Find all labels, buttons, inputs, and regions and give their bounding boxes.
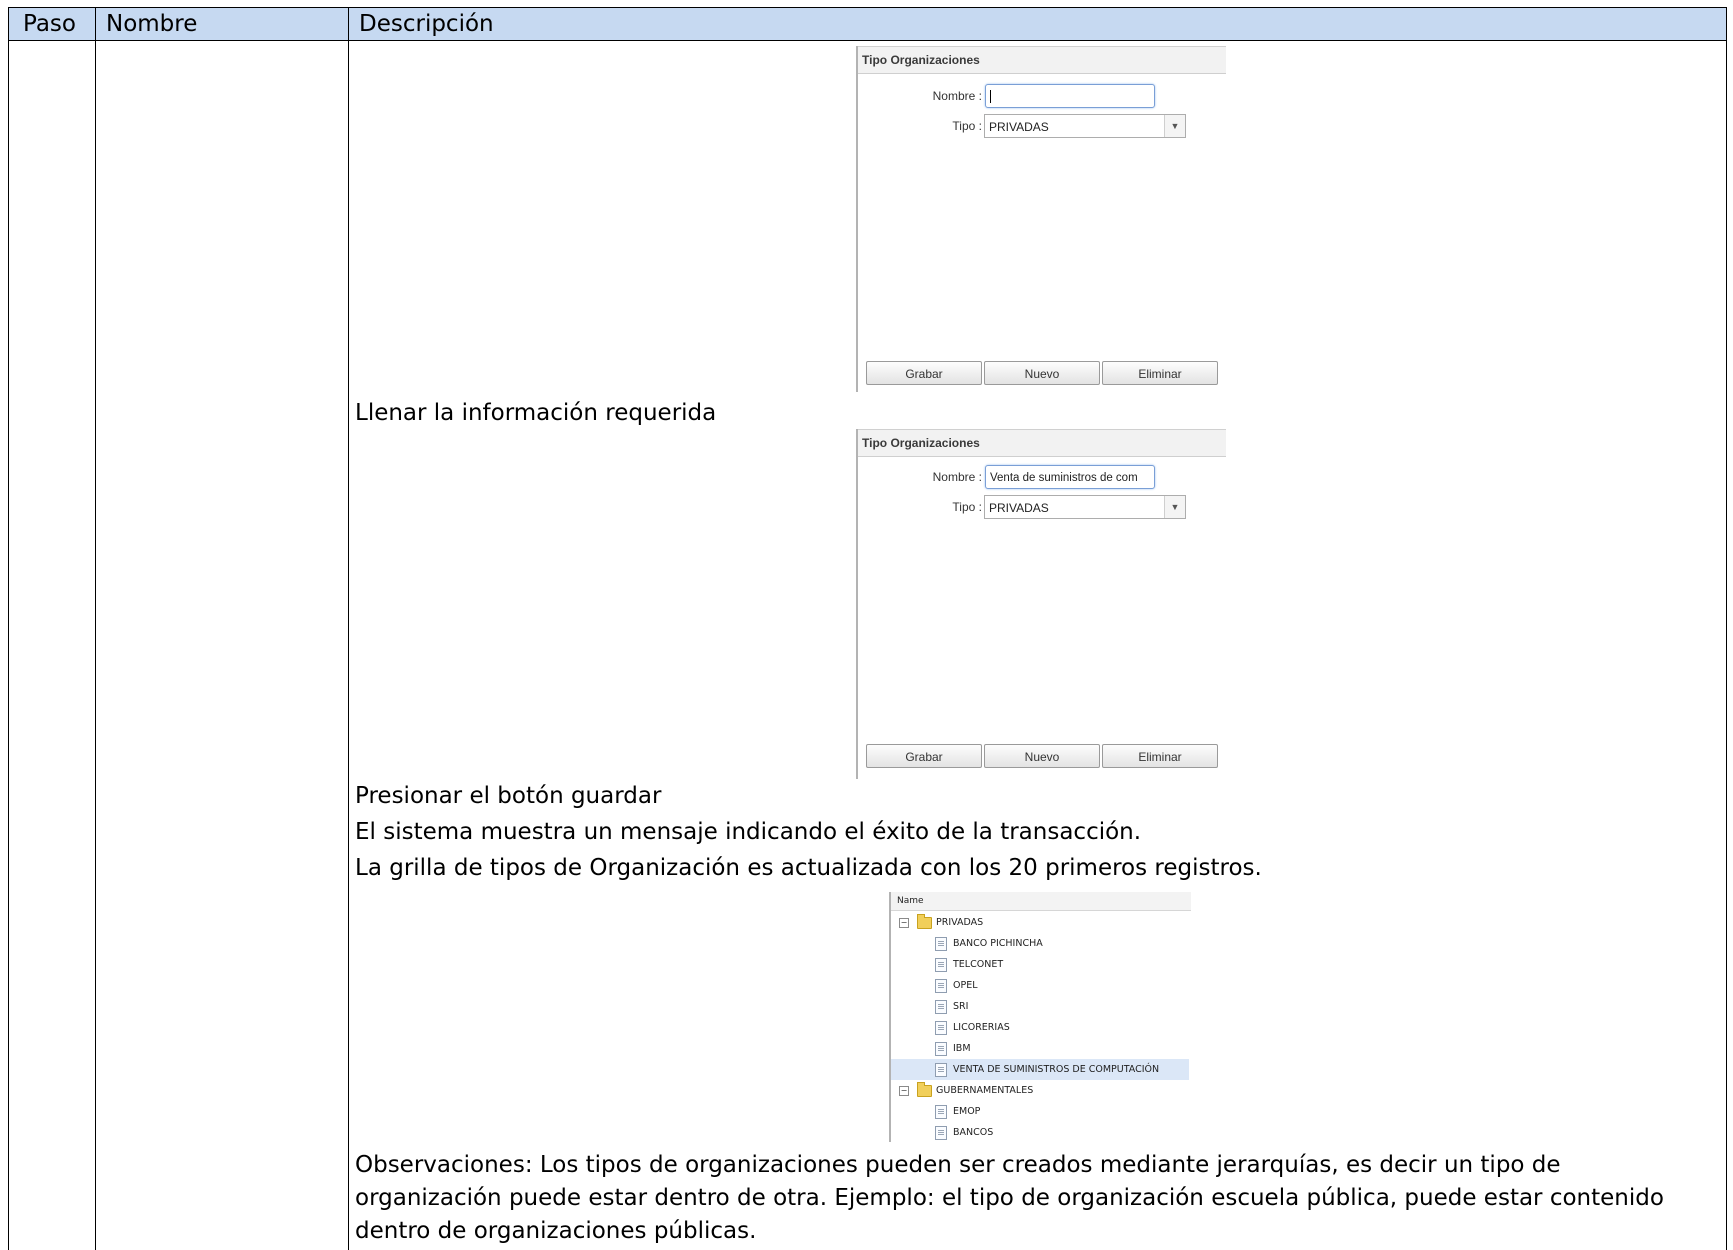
panel-title: Tipo Organizaciones (858, 46, 1226, 74)
tipo-organizaciones-panel-filled: Tipo Organizaciones Nombre : Venta de su… (856, 429, 1226, 779)
document-icon (935, 1063, 947, 1077)
paso-cell (8, 40, 96, 1250)
tree-node-label: OPEL (953, 980, 978, 991)
nombre-label: Nombre : (932, 470, 982, 484)
tree-node-label: TELCONET (953, 959, 1004, 970)
tree-node-label: BANCO PICHINCHA (953, 938, 1043, 949)
collapse-icon[interactable]: − (899, 918, 909, 928)
document-icon (935, 1042, 947, 1056)
tree-folder-node[interactable]: − GUBERNAMENTALES (891, 1080, 1189, 1101)
tree-leaf-node[interactable]: BANCO PICHINCHA (891, 933, 1189, 954)
chevron-down-icon[interactable]: ▼ (1164, 115, 1185, 137)
tree-column-header: Name (891, 892, 1191, 911)
tipo-select[interactable]: PRIVADAS ▼ (984, 495, 1186, 519)
document-icon (935, 958, 947, 972)
tree-node-label: EMOP (953, 1106, 981, 1117)
panel-title: Tipo Organizaciones (858, 429, 1226, 457)
text-caret (990, 90, 991, 104)
tipo-value: PRIVADAS (989, 120, 1049, 134)
table-header-row: Paso Nombre Descripción (8, 7, 1727, 41)
tree-node-label: IBM (953, 1043, 971, 1054)
header-nombre: Nombre (95, 7, 349, 41)
nombre-cell (95, 40, 349, 1250)
tree-node-label: LICORERIAS (953, 1022, 1010, 1033)
step-llenar: Llenar la información requerida (355, 400, 717, 426)
tree-leaf-node[interactable]: IBM (891, 1038, 1189, 1059)
header-paso: Paso (8, 7, 96, 41)
document-icon (935, 979, 947, 993)
tipo-row: Tipo : PRIVADAS ▼ (858, 495, 1226, 521)
nuevo-button[interactable]: Nuevo (984, 744, 1100, 768)
tree-leaf-node[interactable]: EMOP (891, 1101, 1189, 1122)
document-icon (935, 1000, 947, 1014)
header-descripcion: Descripción (348, 7, 1727, 41)
tipo-value: PRIVADAS (989, 501, 1049, 515)
tree-leaf-node[interactable]: OPEL (891, 975, 1189, 996)
nuevo-button[interactable]: Nuevo (984, 361, 1100, 385)
organization-tree: Name − PRIVADAS BANCO PICHINCHA TELCONET OPE… (889, 892, 1191, 1142)
nombre-row: Nombre : (858, 84, 1226, 110)
document-icon (935, 937, 947, 951)
folder-icon (917, 914, 932, 929)
tree-node-label: BANCOS (953, 1127, 994, 1138)
tree-node-label: VENTA DE SUMINISTROS DE COMPUTACIÓN (953, 1064, 1160, 1075)
nombre-value: Venta de suministros de com (990, 472, 1138, 484)
document-icon (935, 1105, 947, 1119)
tipo-organizaciones-panel-empty: Tipo Organizaciones Nombre : Tipo : PRIV… (856, 46, 1226, 392)
eliminar-button[interactable]: Eliminar (1102, 744, 1218, 768)
nombre-label: Nombre : (932, 89, 982, 103)
nombre-input[interactable]: Venta de suministros de com (985, 465, 1155, 489)
tree-leaf-node[interactable]: TELCONET (891, 954, 1189, 975)
tipo-label: Tipo : (952, 500, 982, 514)
step-grilla: La grilla de tipos de Organización es ac… (355, 855, 1262, 881)
nombre-input[interactable] (985, 84, 1155, 108)
folder-icon (917, 1082, 932, 1097)
tree-leaf-node[interactable]: LICORERIAS (891, 1017, 1189, 1038)
tipo-label: Tipo : (952, 119, 982, 133)
eliminar-button[interactable]: Eliminar (1102, 361, 1218, 385)
tree-leaf-node[interactable]: BANCOS (891, 1122, 1189, 1143)
tree-node-label: SRI (953, 1001, 969, 1012)
collapse-icon[interactable]: − (899, 1086, 909, 1096)
step-mensaje: El sistema muestra un mensaje indicando … (355, 819, 1142, 845)
document-icon (935, 1021, 947, 1035)
tree-folder-node[interactable]: − PRIVADAS (891, 912, 1189, 933)
nombre-row: Nombre : Venta de suministros de com (858, 465, 1226, 491)
tipo-select[interactable]: PRIVADAS ▼ (984, 114, 1186, 138)
step-presionar: Presionar el botón guardar (355, 783, 662, 809)
tree-node-label: PRIVADAS (936, 917, 984, 928)
chevron-down-icon[interactable]: ▼ (1164, 496, 1185, 518)
observaciones-line-1: Observaciones: Los tipos de organizacion… (355, 1152, 1561, 1178)
observaciones-line-2: organización puede estar dentro de otra.… (355, 1185, 1664, 1211)
grabar-button[interactable]: Grabar (866, 744, 982, 768)
grabar-button[interactable]: Grabar (866, 361, 982, 385)
observaciones-line-3: dentro de organizaciones públicas. (355, 1218, 757, 1244)
tipo-row: Tipo : PRIVADAS ▼ (858, 114, 1226, 140)
tree-leaf-node[interactable]: VENTA DE SUMINISTROS DE COMPUTACIÓN (891, 1059, 1189, 1080)
tree-node-label: GUBERNAMENTALES (936, 1085, 1034, 1096)
document-icon (935, 1126, 947, 1140)
tree-leaf-node[interactable]: SRI (891, 996, 1189, 1017)
